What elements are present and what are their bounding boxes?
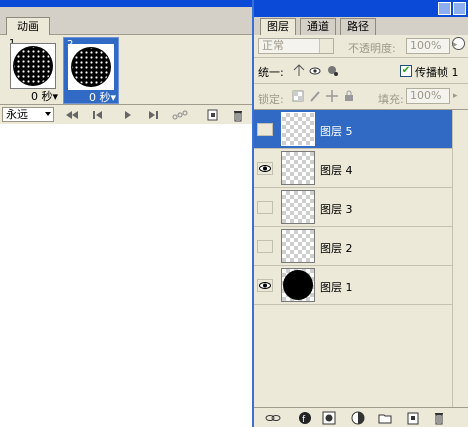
frame-delay[interactable]: 0 秒▾: [6, 90, 60, 103]
minimize-icon[interactable]: [438, 2, 451, 15]
propagate-checkbox[interactable]: ✔: [400, 65, 412, 77]
opacity-arrow-icon[interactable]: ▸: [453, 40, 458, 50]
layer-list: 图层 5 图层 4 图层 3 图层 2 图层 1: [254, 110, 468, 410]
frame-thumbnail: [68, 44, 114, 90]
visibility-toggle[interactable]: [257, 279, 273, 292]
layer-name: 图层 5: [320, 125, 353, 138]
layer-name: 图层 2: [320, 242, 353, 255]
play-icon[interactable]: [118, 108, 138, 122]
unify-label: 统一:: [258, 66, 284, 79]
visibility-toggle[interactable]: [257, 201, 273, 214]
lock-all-icon[interactable]: [343, 90, 355, 102]
layer-style-icon[interactable]: f: [298, 411, 312, 425]
blend-mode-select[interactable]: 正常: [258, 38, 334, 54]
layers-tab-row: 图层 通道 路径: [254, 17, 468, 50]
unify-style-icon[interactable]: [326, 64, 340, 77]
animation-titlebar[interactable]: [0, 0, 252, 7]
layer-name: 图层 3: [320, 203, 353, 216]
layers-panel: 图层 通道 路径 正常 不透明度: 100% ▸ 统一: ✔ 传播帧 1 锁定:…: [252, 0, 468, 427]
add-mask-icon[interactable]: [322, 411, 336, 425]
tween-icon[interactable]: [170, 108, 190, 122]
black-circle-thumbnail: [283, 270, 313, 300]
next-frame-icon[interactable]: [143, 108, 163, 122]
first-frame-icon[interactable]: [62, 108, 82, 122]
tab-channels[interactable]: 通道: [300, 18, 336, 35]
frame-thumbnail: [10, 43, 56, 89]
tab-animation[interactable]: 动画: [6, 17, 50, 35]
eye-icon: [259, 282, 271, 289]
frame-delay[interactable]: 0 秒▾: [64, 91, 118, 104]
opacity-field[interactable]: 100%: [406, 38, 450, 54]
lock-label: 锁定:: [258, 93, 284, 106]
layer-row[interactable]: 图层 3: [254, 188, 452, 227]
loop-select[interactable]: 永远: [2, 107, 54, 122]
layer-thumbnail: [281, 190, 315, 224]
new-group-icon[interactable]: [378, 411, 392, 425]
animation-tab-row: 动画: [0, 7, 252, 35]
layer-thumbnail: [281, 268, 315, 302]
visibility-toggle[interactable]: [257, 162, 273, 175]
frame-1[interactable]: 1 0 秒▾: [6, 37, 62, 104]
visibility-toggle[interactable]: [257, 123, 273, 136]
eye-icon: [259, 165, 271, 172]
lock-pixels-icon[interactable]: [309, 90, 321, 102]
unify-row: 统一: ✔ 传播帧 1: [254, 58, 468, 84]
fill-arrow-icon[interactable]: ▸: [453, 91, 458, 101]
prev-frame-icon[interactable]: [88, 108, 108, 122]
chevron-down-icon: [45, 112, 51, 116]
animation-panel: 动画 1 0 秒▾ 2: [0, 0, 252, 124]
new-layer-icon[interactable]: [406, 411, 420, 425]
layer-thumbnail: [281, 151, 315, 185]
layers-scrollbar[interactable]: [452, 110, 468, 408]
animation-controls: 永远: [0, 104, 252, 124]
layer-row[interactable]: 图层 1: [254, 266, 452, 305]
unify-visibility-icon[interactable]: [309, 64, 323, 77]
unify-position-icon[interactable]: [292, 64, 306, 77]
frame-strip: 1 0 秒▾ 2: [4, 35, 252, 104]
opacity-label: 不透明度:: [348, 42, 396, 55]
layer-name: 图层 4: [320, 164, 353, 177]
blend-row: 正常 不透明度: 100% ▸: [254, 35, 468, 58]
layer-thumbnail: [281, 229, 315, 263]
fill-field[interactable]: 100%: [406, 88, 450, 104]
lock-transparency-icon[interactable]: [292, 90, 304, 102]
close-icon[interactable]: [453, 2, 466, 15]
layer-name: 图层 1: [320, 281, 353, 294]
layer-row[interactable]: 图层 5: [254, 110, 452, 149]
new-frame-icon[interactable]: [203, 108, 223, 122]
tab-layers[interactable]: 图层: [260, 18, 296, 35]
adjustment-layer-icon[interactable]: [351, 411, 365, 425]
layer-row[interactable]: 图层 4: [254, 149, 452, 188]
chevron-down-icon: [319, 39, 333, 53]
fill-label: 填充:: [378, 93, 404, 106]
propagate-label: 传播帧 1: [415, 66, 459, 79]
visibility-toggle[interactable]: [257, 240, 273, 253]
trash-icon[interactable]: [228, 108, 248, 122]
link-layers-icon[interactable]: [264, 411, 282, 425]
frame-2[interactable]: 2 0 秒▾: [63, 37, 119, 104]
layer-thumbnail: [281, 112, 315, 146]
layers-titlebar[interactable]: [254, 0, 468, 17]
layers-bottom-toolbar: f: [254, 407, 468, 427]
tab-paths[interactable]: 路径: [340, 18, 376, 35]
layer-row[interactable]: 图层 2: [254, 227, 452, 266]
delete-layer-icon[interactable]: [432, 411, 446, 425]
lock-row: 锁定: 填充: 100% ▸: [254, 84, 468, 110]
lock-position-icon[interactable]: [326, 90, 338, 102]
